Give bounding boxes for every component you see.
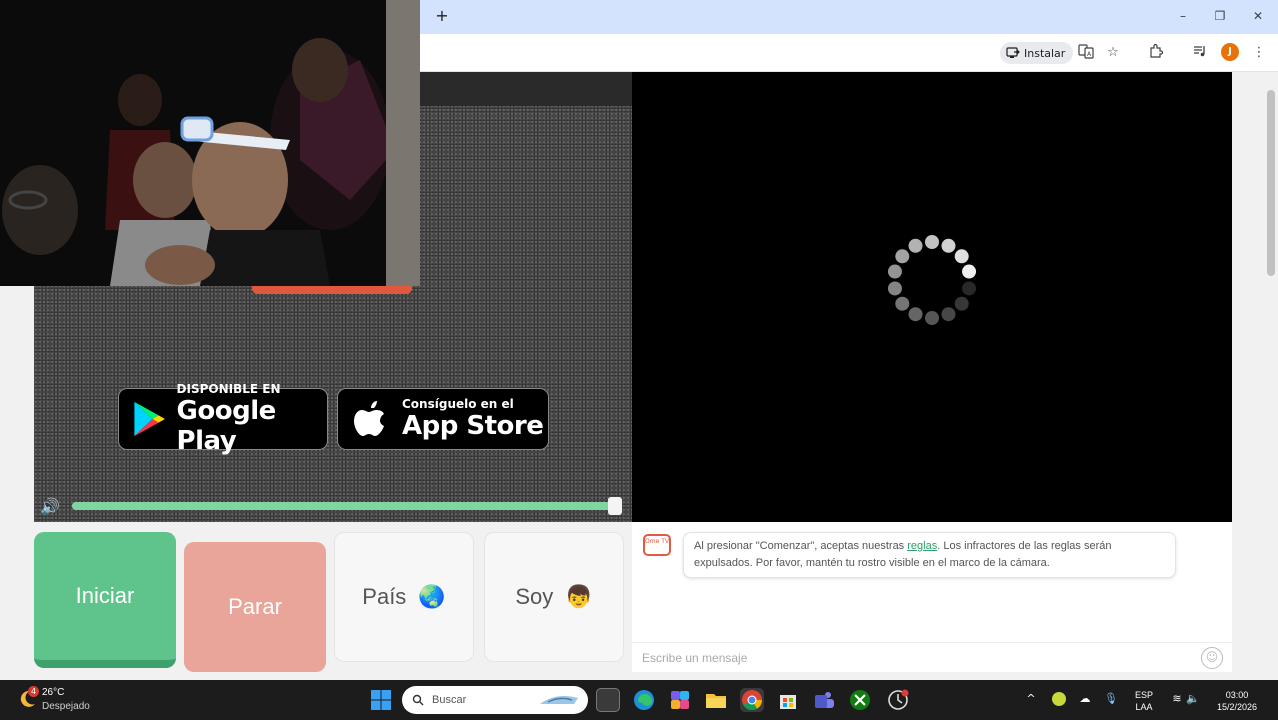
weather-temperature: 26°C: [42, 687, 65, 698]
google-play-button[interactable]: DISPONIBLE EN Google Play: [118, 382, 328, 456]
spinner-dot: [887, 264, 902, 279]
search-icon: [412, 694, 424, 706]
lang-line-1: ESP: [1134, 690, 1153, 700]
google-play-icon: [134, 401, 165, 437]
weather-description: Despejado: [42, 701, 90, 712]
store-icon[interactable]: [776, 688, 800, 712]
tray-app-icon[interactable]: [1052, 692, 1066, 706]
microphone-icon[interactable]: 🎙: [1104, 692, 1118, 706]
extensions-icon[interactable]: [1146, 43, 1166, 63]
hidden-banner-edge: [252, 286, 412, 294]
media-control-icon[interactable]: [1190, 43, 1210, 63]
spinner-dot: [941, 238, 956, 253]
app-store-button[interactable]: Consíguelo en el App Store: [337, 388, 549, 450]
spinner-dot: [895, 249, 910, 264]
menu-kebab-icon[interactable]: ⋮: [1249, 43, 1269, 63]
ome-tv-logo: Ome TV: [643, 534, 671, 556]
windows-start-icon[interactable]: [369, 688, 393, 712]
search-highlight-image: [540, 696, 578, 704]
spinner-dot: [895, 296, 910, 311]
google-play-small-text: DISPONIBLE EN: [176, 382, 281, 396]
lang-line-2: LAA: [1135, 702, 1153, 712]
weather-badge: 4: [28, 686, 39, 697]
rules-link[interactable]: reglas: [907, 540, 937, 552]
screen: + – ❐ ✕ Instalar A ☆ J ⋮ DISPONIBLE EN G…: [0, 0, 1278, 720]
webcam-background-wall: [386, 0, 420, 286]
webcam-feed-image: [0, 0, 420, 286]
boy-icon: 👦: [565, 584, 593, 609]
start-button[interactable]: Iniciar: [34, 532, 176, 668]
install-app-button[interactable]: Instalar: [1000, 42, 1074, 64]
edge-browser-icon[interactable]: [632, 688, 656, 712]
country-button[interactable]: País 🌏: [334, 532, 474, 662]
chat-message-input[interactable]: [642, 648, 1182, 668]
onedrive-cloud-icon[interactable]: ☁: [1078, 692, 1092, 706]
volume-slider-handle[interactable]: [608, 497, 622, 515]
spinner-dot: [962, 281, 977, 296]
teams-icon[interactable]: [812, 688, 836, 712]
google-play-big-text: Google Play: [176, 396, 277, 456]
webcam-overlay: [0, 0, 420, 286]
app-with-notification-icon[interactable]: [886, 688, 910, 712]
page-scrollbar-thumb[interactable]: [1267, 90, 1275, 276]
translate-icon[interactable]: A: [1076, 43, 1096, 63]
show-hidden-icons-icon[interactable]: ^: [1024, 692, 1038, 706]
taskbar-search[interactable]: Buscar: [402, 686, 588, 714]
close-button[interactable]: ✕: [1246, 6, 1270, 26]
install-icon: [1006, 47, 1020, 58]
emoji-picker-icon[interactable]: ☺: [1201, 647, 1223, 669]
file-explorer-icon[interactable]: [704, 688, 728, 712]
bookmark-star-icon[interactable]: ☆: [1103, 43, 1123, 63]
app-store-small-text: Consíguelo en el: [402, 397, 514, 411]
rules-notice: Al presionar "Comenzar", aceptas nuestra…: [683, 532, 1176, 578]
apple-icon: [354, 401, 384, 436]
restore-button[interactable]: ❐: [1208, 6, 1232, 26]
install-label: Instalar: [1024, 46, 1066, 60]
app-store-big-text: App Store: [402, 411, 544, 441]
volume-slider[interactable]: [72, 502, 620, 510]
keyboard-language[interactable]: ESP LAA: [1134, 689, 1154, 713]
copilot-icon[interactable]: [668, 688, 692, 712]
wifi-icon[interactable]: ≋: [1170, 692, 1184, 706]
taskbar-search-placeholder: Buscar: [432, 694, 467, 706]
spinner-dot: [954, 296, 969, 311]
spinner-dot: [887, 281, 902, 296]
spinner-dot: [962, 264, 977, 279]
gender-button[interactable]: Soy 👦: [484, 532, 624, 662]
speaker-icon[interactable]: 🔈: [1186, 692, 1200, 706]
gender-label: Soy: [515, 584, 554, 609]
minimize-button[interactable]: –: [1171, 6, 1195, 26]
xbox-icon[interactable]: [848, 688, 872, 712]
profile-avatar[interactable]: J: [1221, 43, 1239, 61]
spinner-dot: [908, 307, 923, 322]
clock-time: 03:00: [1225, 690, 1249, 700]
loading-spinner-icon: [887, 235, 977, 325]
clock-date: 15/2/2026: [1216, 702, 1258, 712]
new-tab-button[interactable]: +: [432, 6, 452, 26]
task-view-icon[interactable]: [596, 688, 620, 712]
self-video: [632, 72, 1232, 522]
spinner-dot: [908, 238, 923, 253]
chrome-icon[interactable]: [740, 688, 764, 712]
volume-slider-fill: [72, 502, 620, 510]
spinner-dot: [925, 311, 939, 325]
volume-icon[interactable]: 🔊: [40, 496, 68, 518]
country-label: País: [362, 584, 407, 609]
spinner-dot: [941, 307, 956, 322]
rules-notice-text-start: Al presionar "Comenzar", aceptas nuestra…: [694, 540, 908, 552]
clock[interactable]: 03:00 15/2/2026: [1212, 689, 1262, 713]
globe-icon: 🌏: [418, 584, 446, 609]
stop-button[interactable]: Parar: [184, 542, 326, 672]
spinner-dot: [954, 249, 969, 264]
spinner-dot: [925, 235, 939, 249]
